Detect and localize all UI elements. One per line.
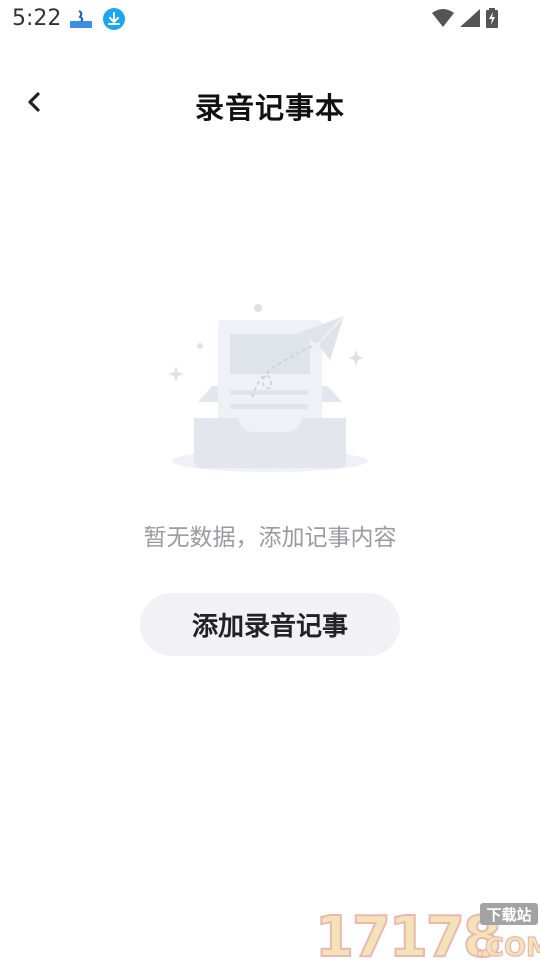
empty-message: 暂无数据，添加记事内容 [143, 525, 397, 551]
signal-icon [460, 9, 480, 31]
status-bar: 5:22 [0, 0, 540, 38]
empty-state-illustration [162, 298, 378, 478]
battery-charging-icon [486, 8, 498, 32]
svg-text:.COM: .COM [475, 933, 540, 960]
page-title: 录音记事本 [194, 91, 345, 125]
watermark-logo: 17178 下载站 .COM [314, 898, 540, 964]
status-time: 5:22 [12, 6, 62, 31]
svg-text:17178: 17178 [315, 905, 500, 960]
wifi-icon [432, 9, 454, 31]
svg-text:下载站: 下载站 [486, 906, 531, 924]
add-recording-note-button[interactable]: 添加录音记事 [140, 593, 400, 656]
app-notification-icon [70, 9, 92, 29]
app-header: 录音记事本 [0, 70, 540, 140]
download-icon [103, 8, 125, 30]
